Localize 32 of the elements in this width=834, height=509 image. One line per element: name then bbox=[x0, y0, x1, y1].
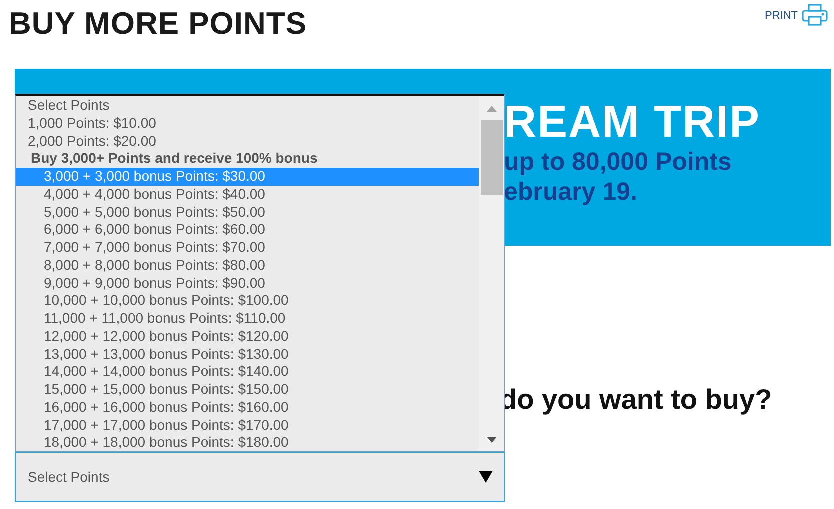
dropdown-option[interactable]: 4,000 + 4,000 bonus Points: $40.00 bbox=[16, 186, 479, 204]
print-link[interactable]: PRINT bbox=[765, 10, 798, 22]
dropdown-option[interactable]: 11,000 + 11,000 bonus Points: $110.00 bbox=[16, 310, 479, 328]
banner-text: ebruary 19. bbox=[504, 177, 638, 207]
banner-headline: REAM TRIP bbox=[504, 97, 762, 147]
dropdown-option[interactable]: 6,000 + 6,000 bonus Points: $60.00 bbox=[16, 221, 479, 239]
dropdown-option[interactable]: 3,000 + 3,000 bonus Points: $30.00 bbox=[16, 168, 479, 186]
dropdown-option[interactable]: 15,000 + 15,000 bonus Points: $150.00 bbox=[16, 381, 479, 399]
dropdown-option[interactable]: 12,000 + 12,000 bonus Points: $120.00 bbox=[16, 328, 479, 346]
dropdown-option[interactable]: 7,000 + 7,000 bonus Points: $70.00 bbox=[16, 239, 479, 257]
dropdown-option[interactable]: 10,000 + 10,000 bonus Points: $100.00 bbox=[16, 292, 479, 310]
dropdown-option[interactable]: 1,000 Points: $10.00 bbox=[16, 114, 479, 132]
dropdown-option[interactable]: 17,000 + 17,000 bonus Points: $170.00 bbox=[16, 416, 479, 434]
scrollbar[interactable] bbox=[479, 96, 504, 451]
scroll-thumb[interactable] bbox=[480, 120, 502, 195]
dropdown-option[interactable]: 9,000 + 9,000 bonus Points: $90.00 bbox=[16, 274, 479, 292]
dropdown-option[interactable]: 2,000 Points: $20.00 bbox=[16, 132, 479, 150]
dropdown-option[interactable]: 18,000 + 18,000 bonus Points: $180.00 bbox=[16, 434, 479, 452]
printer-icon[interactable] bbox=[802, 4, 828, 26]
dropdown-option[interactable]: 16,000 + 16,000 bonus Points: $160.00 bbox=[16, 398, 479, 416]
option-group-label: Buy 3,000+ Points and receive 100% bonus bbox=[30, 150, 319, 168]
points-select[interactable]: Select Points bbox=[15, 452, 505, 502]
dropdown-option[interactable]: 8,000 + 8,000 bonus Points: $80.00 bbox=[16, 256, 479, 274]
scroll-up-icon[interactable] bbox=[486, 106, 496, 112]
dropdown-option[interactable]: 14,000 + 14,000 bonus Points: $140.00 bbox=[16, 363, 479, 381]
dropdown-option[interactable]: 5,000 + 5,000 bonus Points: $50.00 bbox=[16, 204, 479, 222]
dropdown-option[interactable]: Select Points bbox=[16, 97, 479, 115]
scroll-down-icon[interactable] bbox=[486, 437, 496, 443]
page-title: BUY MORE POINTS bbox=[9, 6, 308, 42]
banner-text: up to 80,000 Points bbox=[504, 147, 733, 177]
dropdown-option[interactable]: 13,000 + 13,000 bonus Points: $130.00 bbox=[16, 346, 479, 364]
caret-icon bbox=[479, 471, 493, 483]
